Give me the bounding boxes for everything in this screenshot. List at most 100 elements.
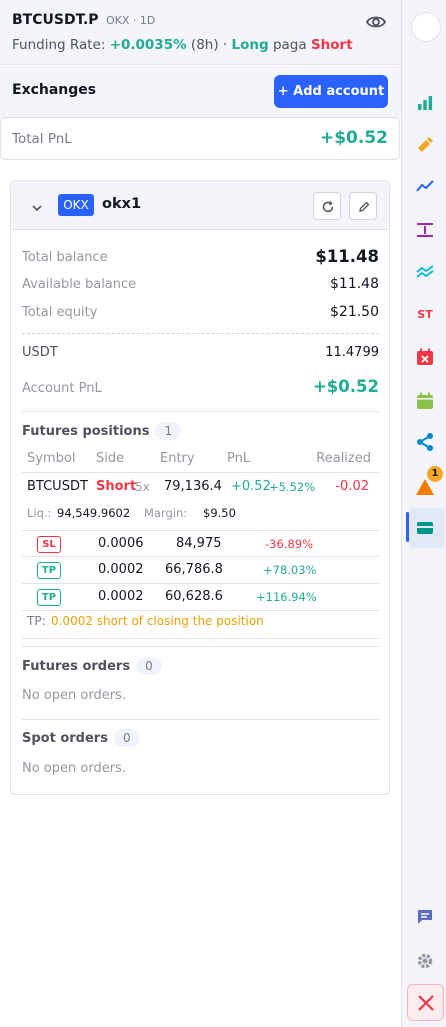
exchange-badge: OKX bbox=[58, 194, 94, 216]
funding-rate-value: +0.0035% bbox=[109, 37, 187, 53]
usdt-value: 11.4799 bbox=[325, 345, 379, 360]
chart-bars-icon[interactable] bbox=[408, 86, 442, 120]
order-qty: 0.0006 bbox=[98, 536, 144, 551]
refresh-icon bbox=[322, 201, 334, 213]
usdt-label: USDT bbox=[22, 345, 58, 360]
divider bbox=[22, 530, 379, 531]
order-qty: 0.0002 bbox=[98, 589, 144, 604]
position-symbol: BTCUSDT bbox=[27, 479, 88, 494]
st-label: ST bbox=[417, 308, 433, 321]
futures-orders-count: 0 bbox=[136, 657, 162, 675]
liq-label: Liq.: bbox=[27, 506, 52, 520]
symbol-name[interactable]: BTCUSDT.P bbox=[12, 12, 99, 28]
trading-panel: BTCUSDT.P OKX · 1D Funding Rate: +0.0035… bbox=[0, 0, 401, 1027]
long-label: Long bbox=[231, 37, 269, 53]
total-equity-value: $21.50 bbox=[330, 304, 379, 320]
pencil-ruler-icon[interactable] bbox=[408, 128, 442, 162]
line-chart-icon[interactable] bbox=[408, 169, 442, 203]
share-icon[interactable] bbox=[408, 425, 442, 459]
account-pnl-row: Account PnL +$0.52 bbox=[22, 377, 379, 401]
divider bbox=[22, 638, 379, 639]
order-pct: -36.89% bbox=[265, 537, 313, 551]
pays-label: paga bbox=[272, 37, 307, 53]
chat-icon[interactable] bbox=[408, 900, 442, 934]
range-icon[interactable] bbox=[408, 213, 442, 247]
available-balance-row: Available balance $11.48 bbox=[22, 275, 379, 297]
position-details: Liq.: 94,549.9602 Margin: $9.50 bbox=[22, 506, 379, 524]
col-side: Side bbox=[96, 451, 125, 466]
symbol-header: BTCUSDT.P OKX · 1D Funding Rate: +0.0035… bbox=[0, 0, 401, 65]
trend-lines-icon[interactable] bbox=[408, 255, 442, 289]
order-price: 84,975 bbox=[176, 536, 222, 551]
total-balance-label: Total balance bbox=[22, 250, 108, 265]
account-pnl-value: +$0.52 bbox=[312, 377, 379, 396]
st-icon[interactable]: ST bbox=[408, 298, 442, 332]
usdt-row: USDT 11.4799 bbox=[22, 343, 379, 365]
available-balance-label: Available balance bbox=[22, 277, 137, 292]
order-row[interactable]: TP 0.0002 66,786.8 +78.03% bbox=[22, 561, 379, 581]
futures-positions-label: Futures positions bbox=[22, 424, 150, 439]
short-label: Short bbox=[310, 37, 353, 53]
avatar[interactable] bbox=[411, 12, 441, 42]
close-button[interactable] bbox=[407, 984, 444, 1021]
futures-positions-count: 1 bbox=[155, 422, 182, 440]
exchanges-title: Exchanges bbox=[12, 82, 97, 98]
eye-icon[interactable] bbox=[365, 12, 387, 32]
position-pnl-pct: +5.52% bbox=[269, 480, 316, 494]
total-equity-row: Total equity $21.50 bbox=[22, 303, 379, 325]
divider bbox=[22, 333, 379, 334]
total-equity-label: Total equity bbox=[22, 305, 98, 320]
margin-value: $9.50 bbox=[203, 506, 236, 520]
position-leverage: 5x bbox=[135, 480, 150, 494]
divider bbox=[22, 719, 379, 720]
account-pnl-label: Account PnL bbox=[22, 381, 102, 396]
divider bbox=[22, 610, 379, 611]
gear-icon[interactable] bbox=[408, 944, 442, 978]
futures-orders-empty: No open orders. bbox=[22, 688, 126, 703]
wallet-icon[interactable] bbox=[408, 511, 442, 545]
col-entry: Entry bbox=[160, 451, 195, 466]
position-row[interactable]: BTCUSDT Short 5x 79,136.4 +0.52 +5.52% -… bbox=[22, 479, 379, 499]
tp-note: TP: 0.0002 short of closing the position bbox=[22, 614, 379, 632]
chevron-down-icon[interactable] bbox=[31, 199, 43, 212]
liq-value: 94,549.9602 bbox=[57, 506, 131, 520]
account-header: OKX okx1 bbox=[11, 181, 389, 230]
symbol-meta: OKX · 1D bbox=[106, 14, 156, 27]
total-balance-value: $11.48 bbox=[315, 247, 379, 266]
divider bbox=[22, 646, 379, 647]
divider bbox=[22, 411, 379, 412]
tp-tag: TP bbox=[37, 562, 61, 579]
edit-button[interactable] bbox=[349, 192, 377, 220]
order-row[interactable]: TP 0.0002 60,628.6 +116.94% bbox=[22, 588, 379, 608]
right-toolbar: ST 1 bbox=[401, 0, 446, 1027]
futures-orders-title: Futures orders 0 bbox=[22, 657, 162, 675]
refresh-button[interactable] bbox=[313, 192, 341, 220]
order-qty: 0.0002 bbox=[98, 562, 144, 577]
position-side: Short bbox=[96, 479, 137, 494]
futures-orders-label: Futures orders bbox=[22, 659, 131, 674]
add-account-button[interactable]: + Add account bbox=[274, 75, 388, 108]
calendar-icon[interactable] bbox=[408, 384, 442, 418]
futures-positions-title: Futures positions 1 bbox=[22, 422, 182, 440]
total-pnl-card: Total PnL +$0.52 bbox=[0, 117, 400, 160]
tp-note-prefix: TP: bbox=[27, 614, 46, 628]
order-pct: +78.03% bbox=[263, 563, 317, 577]
pencil-icon bbox=[359, 201, 370, 212]
spot-orders-title: Spot orders 0 bbox=[22, 729, 140, 747]
calendar-x-icon[interactable] bbox=[408, 340, 442, 374]
total-pnl-value: +$0.52 bbox=[319, 128, 388, 148]
close-icon bbox=[418, 995, 434, 1011]
order-row[interactable]: SL 0.0006 84,975 -36.89% bbox=[22, 535, 379, 555]
order-pct: +116.94% bbox=[256, 590, 317, 604]
alert-badge: 1 bbox=[427, 466, 443, 482]
spot-orders-empty: No open orders. bbox=[22, 761, 126, 776]
total-balance-row: Total balance $11.48 bbox=[22, 247, 379, 269]
col-realized: Realized bbox=[316, 451, 371, 466]
account-name: okx1 bbox=[102, 196, 142, 212]
spot-orders-label: Spot orders bbox=[22, 731, 108, 746]
funding-label: Funding Rate: bbox=[12, 37, 106, 53]
funding-period: (8h) bbox=[190, 37, 219, 53]
position-entry: 79,136.4 bbox=[164, 479, 222, 494]
account-card: OKX okx1 Total balance $11.48 Available … bbox=[10, 180, 390, 795]
total-pnl-label: Total PnL bbox=[12, 131, 72, 147]
